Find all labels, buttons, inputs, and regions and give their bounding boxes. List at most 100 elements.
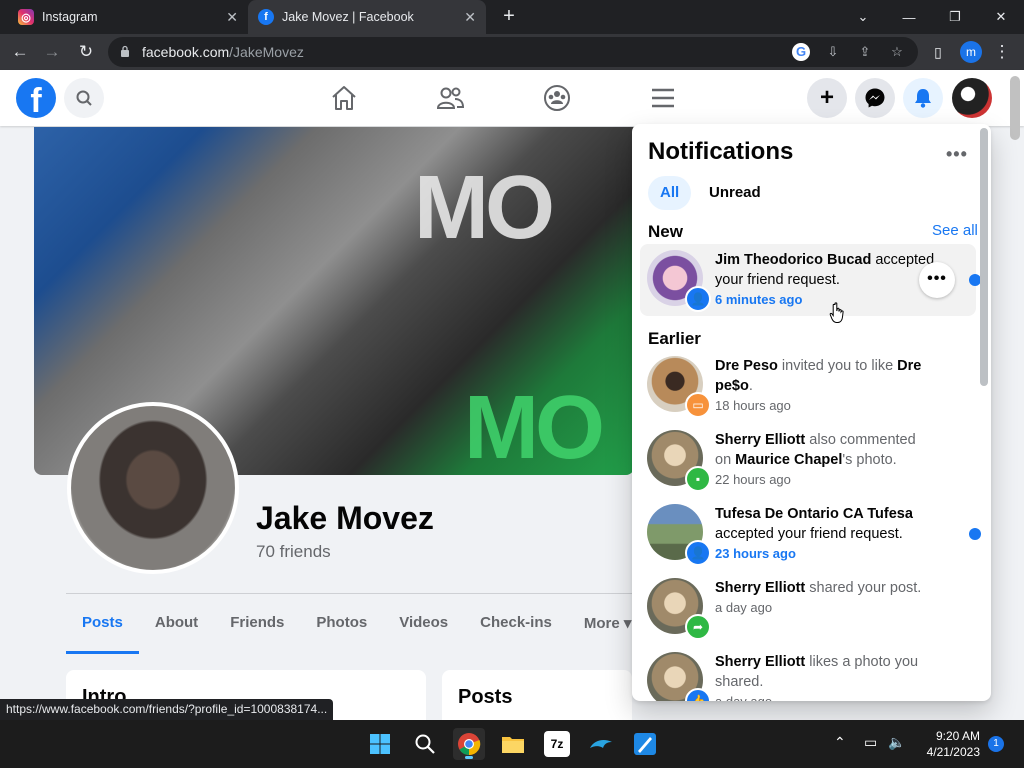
notification-text: Sherry Elliott also commented on Maurice… [715,430,935,490]
tab-about[interactable]: About [139,604,214,654]
profile-avatar[interactable]: m [960,41,982,63]
divider [66,593,636,594]
close-icon[interactable]: ✕ [464,9,476,26]
more-options-icon[interactable]: ••• [946,144,968,165]
windows-icon [370,734,390,754]
notification-time: 18 hours ago [715,398,791,413]
create-button[interactable]: + [807,78,847,118]
notifications-button[interactable] [903,78,943,118]
filter-all[interactable]: All [648,176,692,210]
instagram-icon: ◎ [18,9,34,25]
notification-item[interactable]: ➦ Sherry Elliott shared your post. a day … [640,572,976,644]
chrome-icon [458,733,481,756]
section-earlier-heading: Earlier [648,329,701,348]
tab-photos[interactable]: Photos [300,604,383,654]
notification-time: 6 minutes ago [715,292,803,307]
menu-icon[interactable] [647,82,679,114]
window-close-button[interactable]: ✕ [978,0,1024,34]
notification-item[interactable]: 👍 Sherry Elliott likes a photo you share… [640,646,976,701]
notification-text: Sherry Elliott shared your post. a day ag… [715,578,935,618]
chrome-taskbar-button[interactable] [453,728,485,760]
section-new-heading: New [648,222,683,241]
plus-icon: + [819,84,834,111]
forward-button[interactable]: → [40,40,64,64]
like-icon: 👍 [685,688,711,701]
hand-cursor-icon [829,302,844,323]
back-button[interactable]: ← [8,40,32,64]
notification-options-button[interactable]: ••• [919,262,955,298]
page-scrollbar[interactable] [1010,76,1020,140]
new-tab-button[interactable]: + [498,6,520,28]
bell-icon [915,89,931,108]
comment-icon: ▪ [685,466,711,492]
tab-instagram[interactable]: ◎ Instagram ✕ [8,0,248,34]
cover-graphic-text: MO [414,158,555,258]
7zip-icon: 7z [550,737,564,751]
volume-icon[interactable]: 🔈 [888,734,905,751]
side-panel-icon[interactable]: ▯ [926,40,950,64]
profile-picture[interactable] [67,402,239,574]
tab-posts[interactable]: Posts [66,604,139,654]
status-url-tooltip: https://www.facebook.com/friends/?profil… [0,699,334,720]
see-all-link[interactable]: See all [932,222,978,239]
google-icon[interactable]: G [792,43,810,61]
account-avatar[interactable] [952,78,992,118]
share-icon[interactable]: ⇪ [856,43,874,61]
share-icon: ➦ [685,614,711,640]
filter-unread[interactable]: Unread [697,176,773,210]
page-invite-icon: ▭ [685,392,711,418]
dolphin-app-button[interactable] [585,728,617,760]
address-bar[interactable]: facebook.com/JakeMovez G ⇩ ⇪ ☆ [108,37,918,67]
paint-app-button[interactable] [629,728,661,760]
windows-taskbar: 7z ⌃ ▭ 🔈 9:20 AM 4/21/2023 1 [0,720,1024,768]
bookmark-star-icon[interactable]: ☆ [888,43,906,61]
menu-dots-icon[interactable]: ⋮ [990,40,1014,64]
chevron-up-icon[interactable]: ⌃ [834,734,846,751]
profile-name: Jake Movez [256,500,434,536]
unread-dot [969,528,981,540]
notifications-panel: Notifications ••• All Unread New See all… [632,124,991,701]
notification-count-badge[interactable]: 1 [988,736,1004,752]
notification-time: a day ago [715,600,773,615]
notification-item[interactable]: ▭ Dre Peso invited you to like Dre pe$o.… [640,350,976,422]
messenger-icon [865,88,885,108]
notification-item[interactable]: ▪ Sherry Elliott also commented on Mauri… [640,424,976,496]
file-explorer-button[interactable] [497,728,529,760]
friend-request-icon: 👤 [685,540,711,566]
tab-videos[interactable]: Videos [383,604,464,654]
tab-check-ins[interactable]: Check-ins [464,604,568,654]
7zip-button[interactable]: 7z [544,731,570,757]
groups-icon[interactable] [541,82,573,114]
notifications-title: Notifications [648,138,794,165]
facebook-header: f + [0,70,1024,126]
messenger-button[interactable] [855,78,895,118]
close-icon[interactable]: ✕ [226,9,238,26]
search-taskbar-button[interactable] [409,728,441,760]
facebook-logo[interactable]: f [16,78,56,118]
notification-item[interactable]: 👤 Jim Theodorico Bucad accepted your fri… [640,244,981,316]
reload-button[interactable]: ↻ [74,40,98,64]
start-button[interactable] [364,728,396,760]
notification-time: 23 hours ago [715,546,796,561]
clock-time: 9:20 AM [935,729,980,743]
tab-title: Instagram [42,10,98,24]
network-icon[interactable]: ▭ [864,734,877,751]
system-clock[interactable]: 9:20 AM 4/21/2023 [910,728,980,760]
minimize-button[interactable]: — [886,0,932,34]
restore-button[interactable]: ❐ [932,0,978,34]
tab-friends[interactable]: Friends [214,604,300,654]
search-icon [76,90,92,106]
home-icon[interactable] [328,82,360,114]
install-icon[interactable]: ⇩ [824,43,842,61]
friends-count[interactable]: 70 friends [256,542,331,562]
dolphin-icon [590,740,612,748]
search-icon [415,734,435,754]
tab-facebook[interactable]: f Jake Movez | Facebook ✕ [248,0,486,34]
friends-icon[interactable] [434,82,466,114]
notification-text: Sherry Elliott likes a photo you shared.… [715,652,935,701]
tab-search-button[interactable]: ⌄ [840,0,886,34]
browser-tab-bar: ◎ Instagram ✕ f Jake Movez | Facebook ✕ … [0,0,1024,34]
notification-item[interactable]: 👤 Tufesa De Ontario CA Tufesa accepted y… [640,498,981,570]
search-button[interactable] [64,78,104,118]
notifications-scrollbar[interactable] [980,128,988,386]
